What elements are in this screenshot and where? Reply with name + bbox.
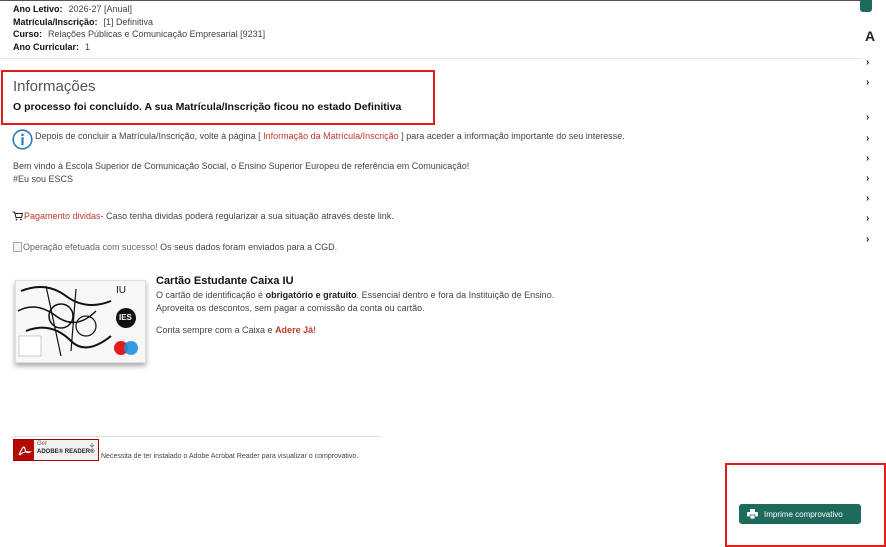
side-nav-arrow-icon[interactable]: › <box>866 234 869 245</box>
card-logo-text: IU <box>116 285 126 296</box>
top-menu-tab[interactable] <box>860 0 872 12</box>
cgd-image-alt: Operação efetuada com sucesso! <box>23 242 158 252</box>
acrobat-brand-text: ADOBE® READER® <box>37 449 95 455</box>
acrobat-divider <box>13 436 381 437</box>
curso-label: Curso: <box>13 29 42 39</box>
student-card-image: IU IES <box>15 280 146 363</box>
payment-line: Pagamento dividas- Caso tenha dividas po… <box>24 211 394 221</box>
acrobat-get-text: Get <box>37 441 47 447</box>
top-border <box>0 0 862 1</box>
font-size-toggle[interactable]: A <box>865 28 875 44</box>
cgd-confirmation: Operação efetuada com sucesso! Os seus d… <box>23 242 338 252</box>
info-icon <box>12 129 33 150</box>
student-card-cta: Conta sempre com a Caixa e Adere Já! <box>156 325 316 335</box>
ano-letivo-label: Ano Letivo: <box>13 4 63 14</box>
print-receipt-button[interactable]: Imprime comprovativo <box>739 504 861 524</box>
ano-curricular-value: 1 <box>85 41 91 52</box>
return-info-text: Depois de concluir a Matrícula/Inscrição… <box>35 131 625 141</box>
welcome-line: Bem vindo à Escola Superior de Comunicaç… <box>13 161 470 171</box>
broken-image-icon <box>13 242 22 252</box>
adere-ja-link[interactable]: Adere Já <box>275 325 313 335</box>
student-card-title: Cartão Estudante Caixa IU <box>156 275 294 287</box>
printer-icon <box>747 509 758 519</box>
side-nav-arrow-icon[interactable]: › <box>866 153 869 164</box>
info-title: Informações <box>13 78 96 95</box>
enrollment-info-link[interactable]: Informação da Matrícula/Inscrição <box>263 131 399 141</box>
curso-value: Relações Públicas e Comunicação Empresar… <box>48 29 266 39</box>
card-ies-text: IES <box>119 313 132 322</box>
side-nav-arrow-icon[interactable]: › <box>866 173 869 184</box>
side-nav-arrow-icon[interactable]: › <box>866 112 869 123</box>
ano-letivo-value: 2026-27 [Anual] <box>68 4 133 14</box>
hashtag-line: #Eu sou ESCS <box>13 173 74 184</box>
matricula-label: Matrícula/Inscrição: <box>13 16 98 27</box>
ano-curricular-label: Ano Curricular: <box>13 41 80 52</box>
welcome-message: Bem vindo à Escola Superior de Comunicaç… <box>13 160 469 185</box>
student-card-description: O cartão de identificação é obrigatório … <box>156 290 555 313</box>
process-status-message: O processo foi concluído. A sua Matrícul… <box>13 101 402 113</box>
side-nav-arrow-icon[interactable]: › <box>866 213 869 224</box>
acrobat-note: Necessita de ter instalado o Adobe Acrob… <box>101 453 359 460</box>
print-receipt-label: Imprime comprovativo <box>764 509 843 519</box>
side-nav-arrow-icon[interactable]: › <box>866 57 869 68</box>
side-nav-arrow-icon[interactable]: › <box>866 77 869 88</box>
payment-debts-link[interactable]: Pagamento dividas <box>24 211 101 221</box>
matricula-value: [1] Definitiva <box>103 16 154 27</box>
side-nav-arrow-icon[interactable]: › <box>866 193 869 204</box>
enrollment-summary: Ano Letivo: 2026-27 [Anual] Matrícula/Ins… <box>13 3 265 53</box>
cart-icon <box>12 211 23 221</box>
side-nav-arrow-icon[interactable]: › <box>866 133 869 144</box>
section-divider <box>0 58 862 59</box>
get-adobe-reader-badge[interactable]: Get ADOBE® READER® <box>13 439 99 461</box>
